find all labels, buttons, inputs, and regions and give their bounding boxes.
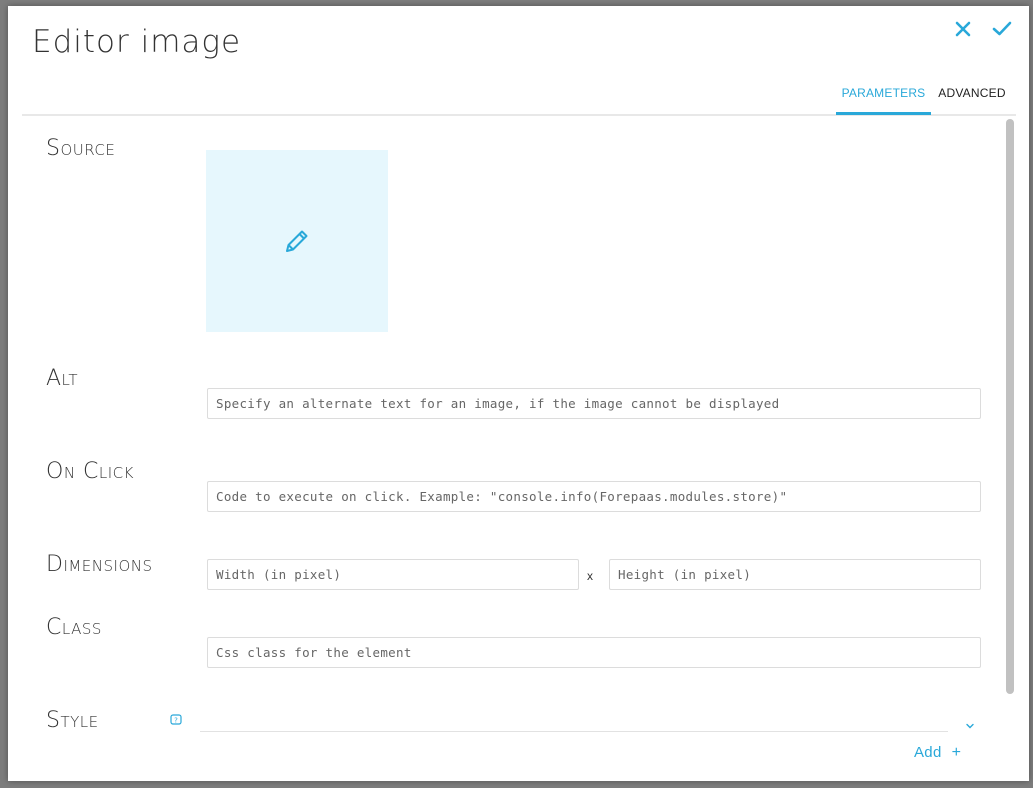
editor-image-dialog: Editor image PARAMETERS ADVANCED Source … <box>8 6 1029 781</box>
pencil-icon <box>286 230 308 252</box>
dimensions-separator: x <box>587 569 593 583</box>
alt-label: Alt <box>46 366 79 391</box>
image-source-picker[interactable] <box>206 150 388 332</box>
height-input[interactable] <box>609 559 981 590</box>
add-style-button[interactable]: Add + <box>914 744 961 766</box>
onclick-label: On Click <box>46 459 134 484</box>
width-input[interactable] <box>207 559 579 590</box>
plus-icon: + <box>951 744 962 761</box>
help-icon[interactable]: ? <box>170 713 182 725</box>
dimensions-label: Dimensions <box>46 552 153 577</box>
alt-input[interactable] <box>207 388 981 419</box>
chevron-down-icon[interactable] <box>964 719 976 731</box>
scrollbar[interactable] <box>1006 119 1014 774</box>
scrollbar-thumb[interactable] <box>1006 119 1014 694</box>
check-icon[interactable] <box>991 18 1013 40</box>
add-button-label: Add <box>914 744 942 761</box>
onclick-input[interactable] <box>207 481 981 512</box>
dialog-title: Editor image <box>32 24 242 60</box>
form-content: Source Alt On Click Dimensions x Class S… <box>22 116 1016 776</box>
tab-bar: PARAMETERS ADVANCED <box>22 78 1016 116</box>
tab-parameters[interactable]: PARAMETERS <box>836 78 931 115</box>
source-label: Source <box>46 136 116 161</box>
class-input[interactable] <box>207 637 981 668</box>
style-label: Style <box>46 708 99 733</box>
class-label: Class <box>46 615 102 640</box>
svg-text:?: ? <box>174 717 178 725</box>
style-editor-line[interactable] <box>200 731 948 732</box>
tab-advanced[interactable]: ADVANCED <box>935 78 1009 112</box>
close-icon[interactable] <box>952 18 974 40</box>
